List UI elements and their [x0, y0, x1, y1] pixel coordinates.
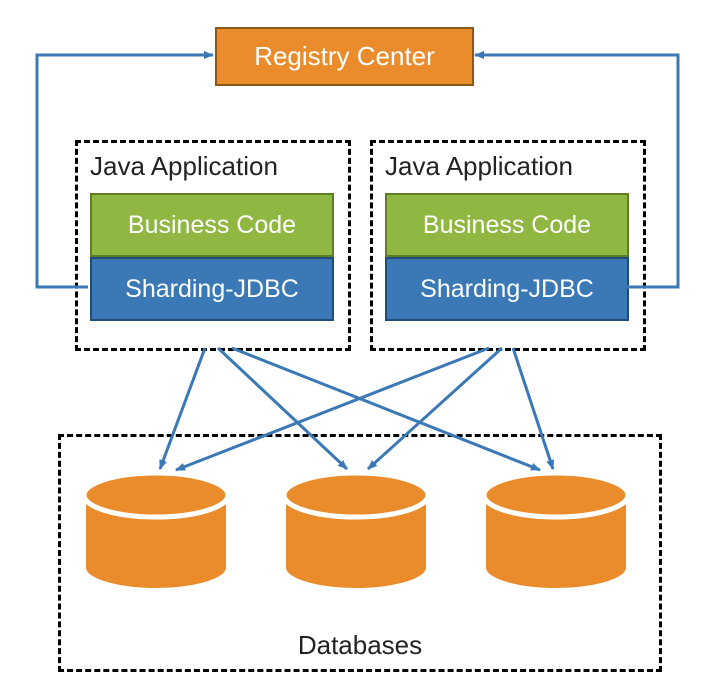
business-code-label-right: Business Code: [423, 211, 591, 240]
databases-container: Databases: [58, 434, 662, 672]
java-application-left: Java Application Business Code Sharding-…: [75, 140, 351, 351]
registry-center-box: Registry Center: [215, 27, 474, 86]
sharding-jdbc-label-right: Sharding-JDBC: [420, 275, 594, 304]
sharding-jdbc-right: Sharding-JDBC: [385, 257, 629, 321]
databases-title: Databases: [61, 630, 659, 661]
app-title-left: Java Application: [90, 151, 278, 182]
sharding-jdbc-left: Sharding-JDBC: [90, 257, 334, 321]
sharding-jdbc-label-left: Sharding-JDBC: [125, 275, 299, 304]
diagram-canvas: Registry Center Java Application Busines…: [0, 0, 710, 691]
java-application-right: Java Application Business Code Sharding-…: [370, 140, 646, 351]
business-code-left: Business Code: [90, 193, 334, 257]
app-title-right: Java Application: [385, 151, 573, 182]
registry-center-label: Registry Center: [254, 41, 435, 72]
business-code-right: Business Code: [385, 193, 629, 257]
business-code-label-left: Business Code: [128, 211, 296, 240]
